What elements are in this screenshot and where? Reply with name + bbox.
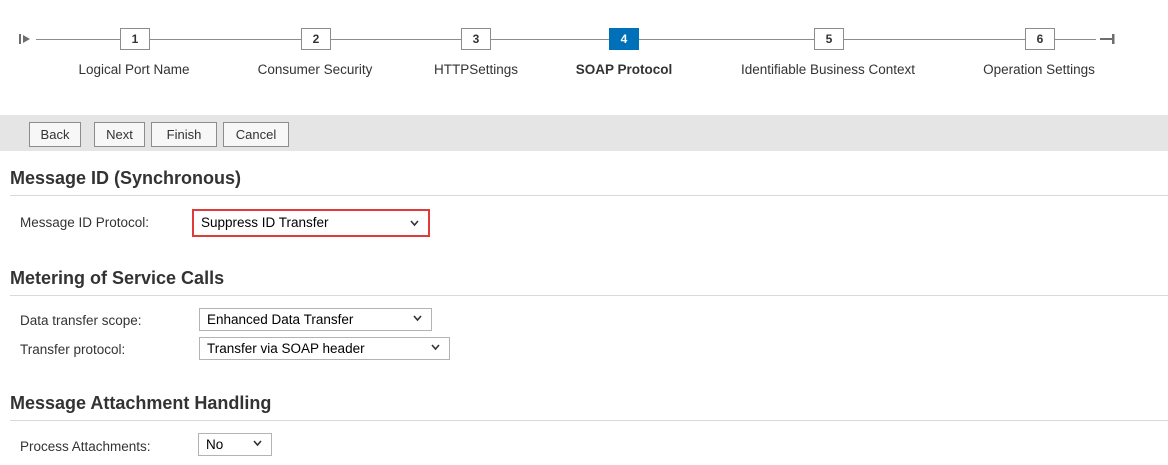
chevron-down-icon [413, 315, 422, 322]
step-2-label[interactable]: Consumer Security [258, 62, 373, 77]
attachments-section-title: Message Attachment Handling [10, 392, 1168, 421]
cancel-button[interactable]: Cancel [223, 122, 289, 147]
step-4-label[interactable]: SOAP Protocol [576, 62, 673, 77]
step-5-number[interactable]: 5 [814, 28, 844, 50]
back-button[interactable]: Back [29, 122, 81, 147]
data-transfer-scope-label: Data transfer scope: [20, 313, 142, 328]
roadmap-line [36, 39, 1096, 40]
metering-section-title: Metering of Service Calls [10, 267, 1168, 296]
step-5-label[interactable]: Identifiable Business Context [741, 62, 915, 77]
transfer-protocol-label: Transfer protocol: [20, 342, 126, 357]
transfer-protocol-value: Transfer via SOAP header [207, 341, 365, 356]
chevron-down-icon [253, 440, 262, 447]
chevron-down-icon [431, 344, 440, 351]
step-1-label[interactable]: Logical Port Name [78, 62, 189, 77]
chevron-down-icon [410, 220, 419, 227]
step-6-number[interactable]: 6 [1025, 28, 1055, 50]
step-4-number[interactable]: 4 [609, 28, 639, 50]
data-transfer-scope-value: Enhanced Data Transfer [207, 312, 354, 327]
finish-button[interactable]: Finish [151, 122, 217, 147]
wizard-toolbar: Back Next Finish Cancel [0, 115, 1168, 151]
transfer-protocol-select[interactable]: Transfer via SOAP header [199, 337, 450, 360]
message-id-protocol-select[interactable]: Suppress ID Transfer [192, 209, 430, 237]
next-button[interactable]: Next [94, 122, 145, 147]
process-attachments-label: Process Attachments: [20, 439, 151, 454]
step-6-label[interactable]: Operation Settings [983, 62, 1095, 77]
data-transfer-scope-select[interactable]: Enhanced Data Transfer [199, 308, 432, 331]
process-attachments-select[interactable]: No [198, 433, 272, 456]
message-id-protocol-label: Message ID Protocol: [20, 215, 150, 230]
wizard-roadmap: 1 2 3 4 5 6 Logical Port Name Consumer S… [0, 0, 1168, 115]
roadmap-start-icon [19, 34, 30, 44]
process-attachments-value: No [206, 437, 224, 452]
step-3-label[interactable]: HTTPSettings [434, 62, 518, 77]
step-3-number[interactable]: 3 [461, 28, 491, 50]
roadmap-end-icon [1100, 34, 1115, 44]
step-2-number[interactable]: 2 [301, 28, 331, 50]
message-id-section-title: Message ID (Synchronous) [10, 167, 1168, 196]
step-1-number[interactable]: 1 [120, 28, 150, 50]
message-id-protocol-value: Suppress ID Transfer [201, 215, 329, 230]
